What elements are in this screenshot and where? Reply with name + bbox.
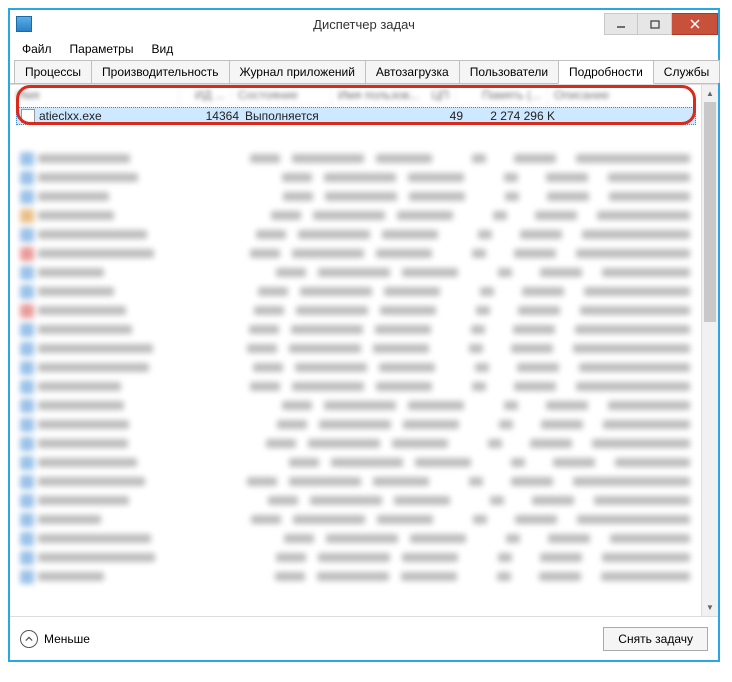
cell-status: Выполняется [239, 109, 339, 123]
column-memory[interactable]: Память (... [456, 85, 548, 106]
table-row[interactable] [16, 320, 696, 339]
scroll-down-button[interactable]: ▼ [702, 599, 718, 616]
cell-pid: 14364 [187, 109, 239, 123]
table-row[interactable] [16, 377, 696, 396]
process-icon [21, 109, 35, 123]
table-row-selected[interactable]: atieclxx.exe 14364 Выполняется 49 2 274 … [16, 107, 696, 125]
menu-view[interactable]: Вид [143, 40, 181, 58]
end-task-button[interactable]: Снять задачу [603, 627, 708, 651]
close-button[interactable] [672, 13, 718, 35]
table-row[interactable] [16, 149, 696, 168]
table-row[interactable] [16, 529, 696, 548]
table-row[interactable] [16, 206, 696, 225]
scroll-up-button[interactable]: ▲ [702, 85, 718, 102]
table-row[interactable] [16, 415, 696, 434]
blurred-rows [16, 149, 696, 616]
table-row[interactable] [16, 358, 696, 377]
content-area: Имя ИД ... Состояние Имя пользов... ЦП П… [10, 84, 718, 660]
menu-file[interactable]: Файл [14, 40, 60, 58]
footer: Меньше Снять задачу [10, 616, 718, 660]
table-row[interactable] [16, 187, 696, 206]
table-row[interactable] [16, 168, 696, 187]
column-pid[interactable]: ИД ... [180, 85, 232, 106]
table-row[interactable] [16, 567, 696, 586]
task-manager-window: Диспетчер задач Файл Параметры Вид Проце… [8, 8, 720, 662]
table-row[interactable] [16, 453, 696, 472]
table-row[interactable] [16, 282, 696, 301]
tabs: Процессы Производительность Журнал прило… [10, 60, 718, 84]
table-row[interactable] [16, 263, 696, 282]
tab-services[interactable]: Службы [653, 60, 720, 83]
menu-options[interactable]: Параметры [62, 40, 142, 58]
cell-memory: 2 274 296 K [463, 109, 555, 123]
table-row[interactable] [16, 472, 696, 491]
tab-details[interactable]: Подробности [558, 60, 654, 84]
table-row[interactable] [16, 396, 696, 415]
table-row[interactable] [16, 339, 696, 358]
table-row[interactable] [16, 434, 696, 453]
minimize-button[interactable] [604, 13, 638, 35]
column-name[interactable]: Имя [10, 85, 180, 106]
column-headers[interactable]: Имя ИД ... Состояние Имя пользов... ЦП П… [10, 85, 718, 107]
titlebar[interactable]: Диспетчер задач [10, 10, 718, 38]
window-title: Диспетчер задач [313, 17, 415, 32]
tab-startup[interactable]: Автозагрузка [365, 60, 460, 83]
app-icon [16, 16, 32, 32]
cell-cpu: 49 [419, 109, 463, 123]
details-table: Имя ИД ... Состояние Имя пользов... ЦП П… [10, 84, 718, 616]
tab-users[interactable]: Пользователи [459, 60, 559, 83]
table-row[interactable] [16, 225, 696, 244]
tab-performance[interactable]: Производительность [91, 60, 229, 83]
maximize-button[interactable] [638, 13, 672, 35]
tab-processes[interactable]: Процессы [14, 60, 92, 83]
column-description[interactable]: Описание [548, 85, 718, 106]
table-row[interactable] [16, 548, 696, 567]
table-row[interactable] [16, 510, 696, 529]
tab-app-history[interactable]: Журнал приложений [229, 60, 366, 83]
column-cpu[interactable]: ЦП [412, 85, 456, 106]
table-row[interactable] [16, 301, 696, 320]
table-row[interactable] [16, 491, 696, 510]
chevron-up-icon [20, 630, 38, 648]
column-status[interactable]: Состояние [232, 85, 332, 106]
table-row[interactable] [16, 244, 696, 263]
scroll-thumb[interactable] [704, 102, 716, 322]
menubar: Файл Параметры Вид [10, 38, 718, 60]
fewer-label: Меньше [44, 632, 90, 646]
column-user[interactable]: Имя пользов... [332, 85, 412, 106]
cell-name: atieclxx.exe [39, 109, 102, 123]
fewer-details-button[interactable]: Меньше [20, 630, 90, 648]
vertical-scrollbar[interactable]: ▲ ▼ [701, 85, 718, 616]
